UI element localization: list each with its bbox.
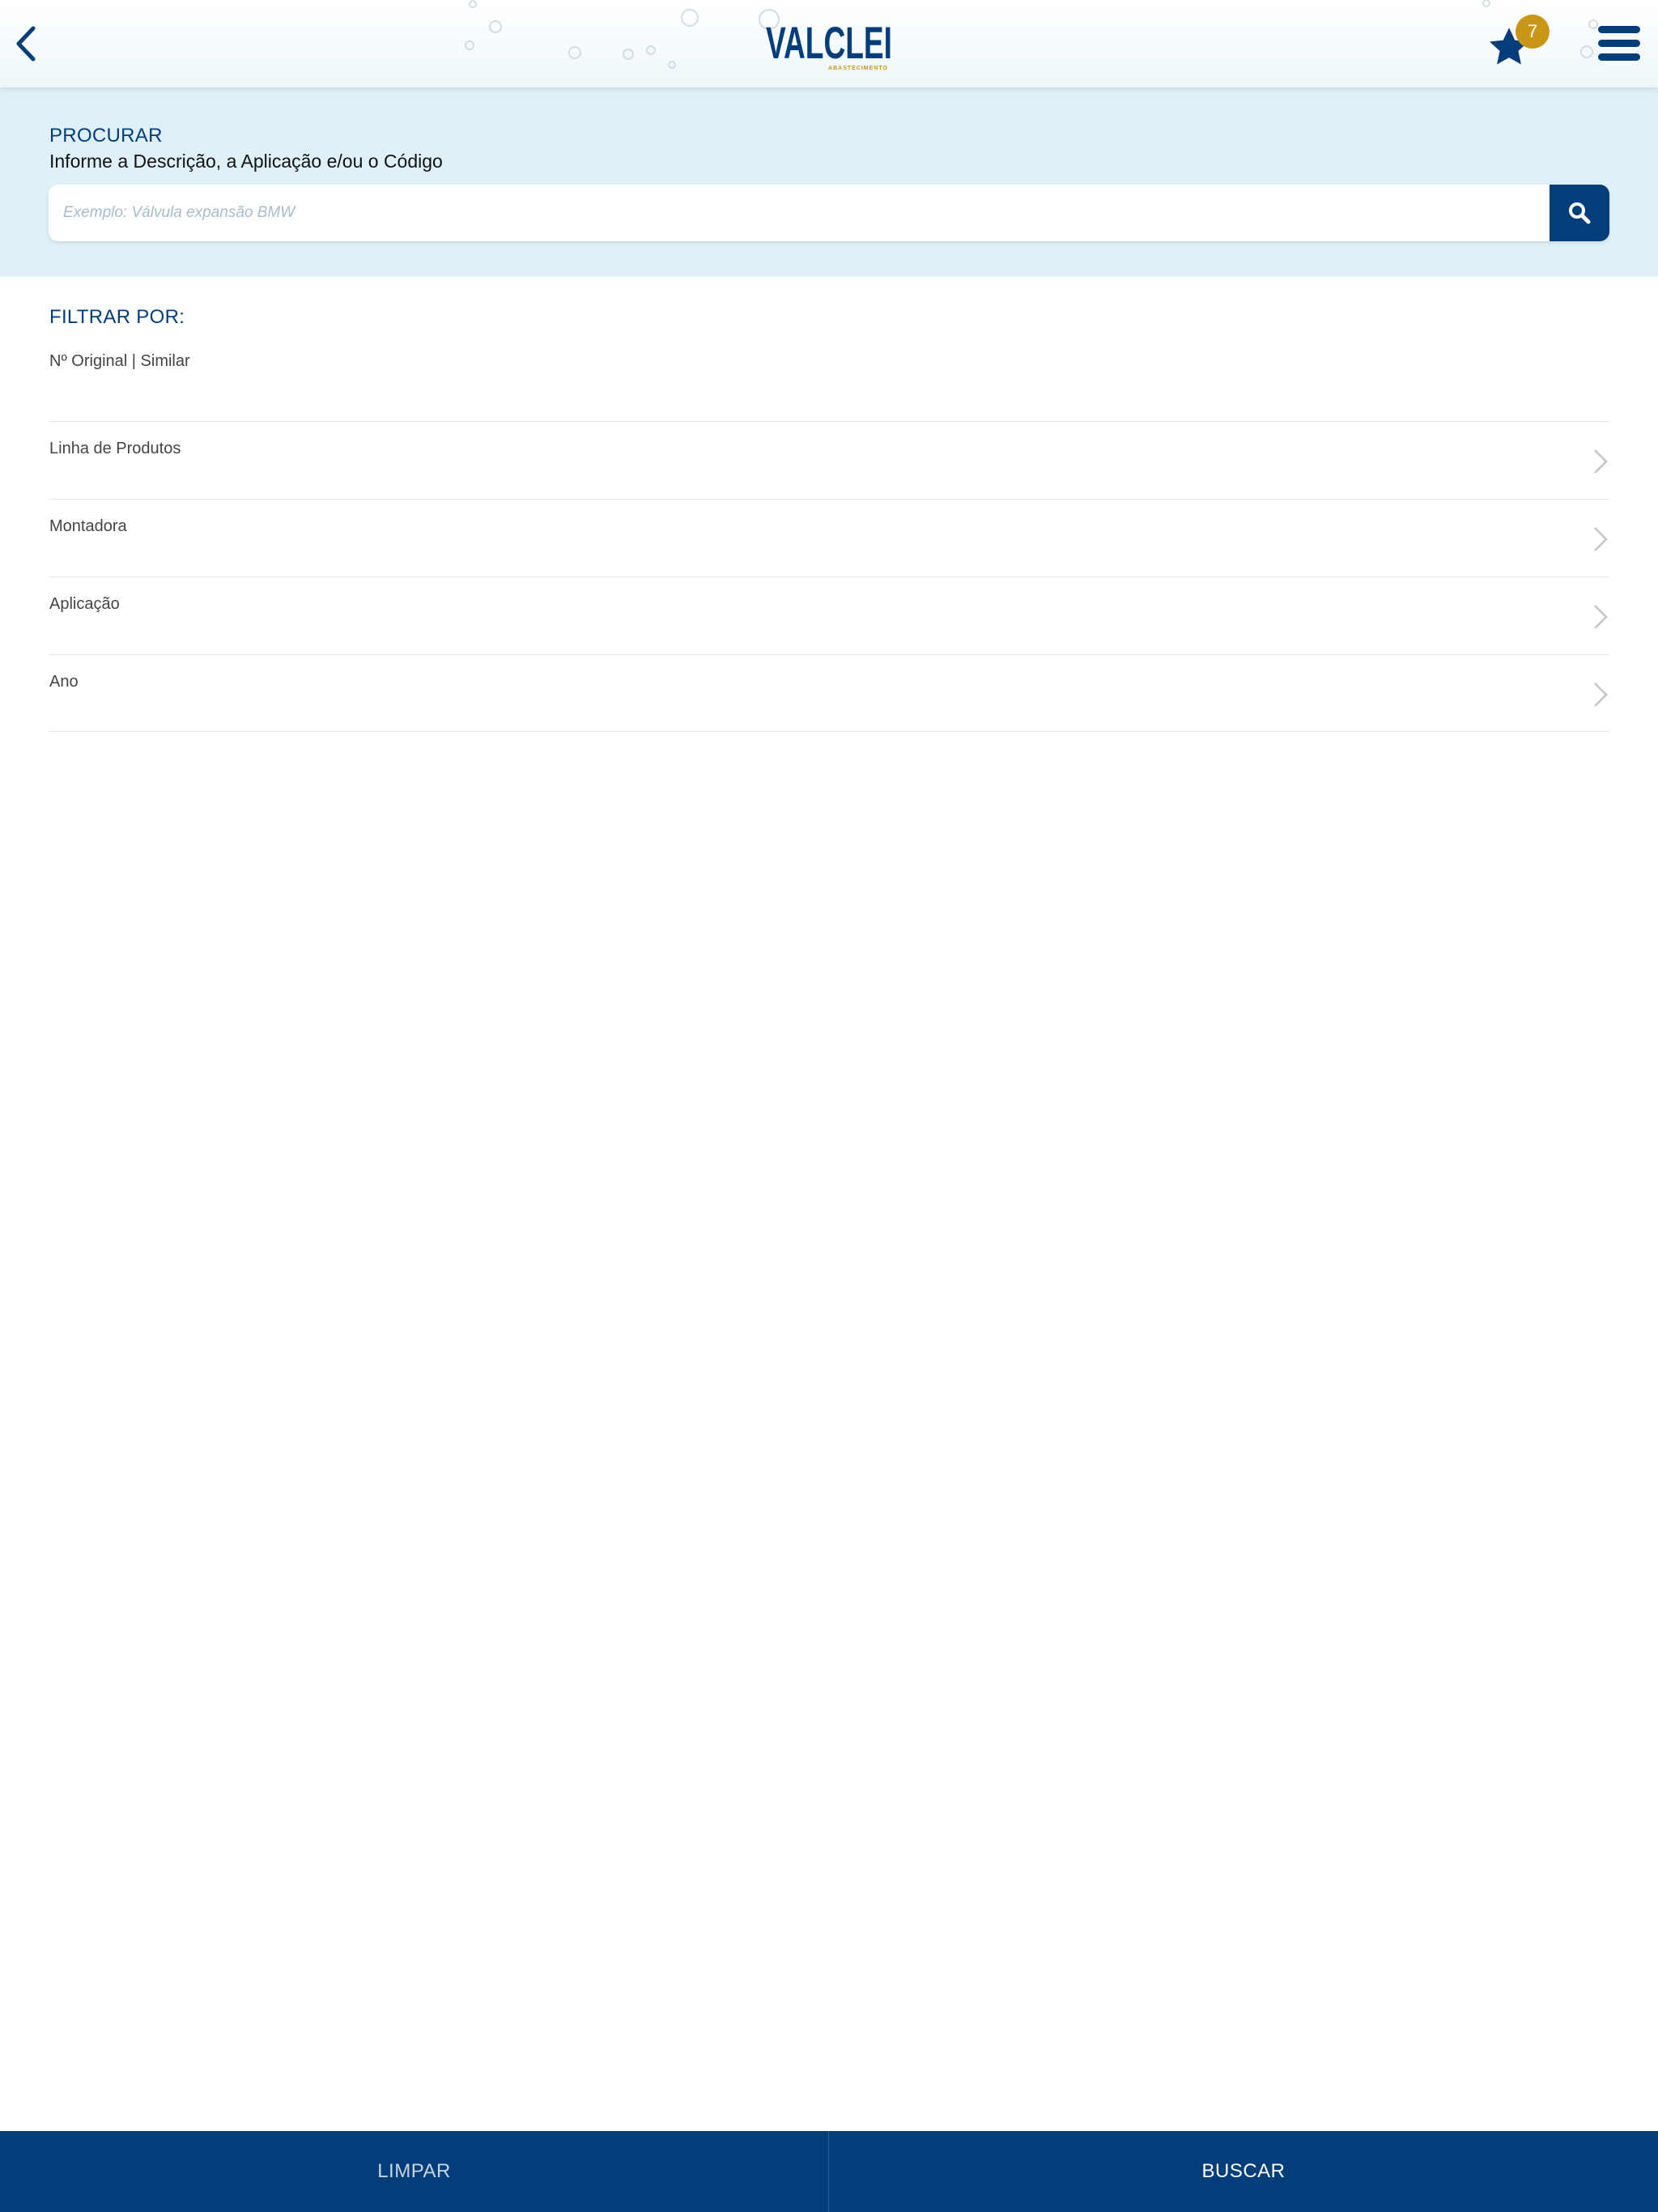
search-filter-screen: VALCLEI ABASTECIMENTO 7 PROCURAR Informe…	[0, 0, 1658, 2212]
bottom-action-bar: LIMPAR BUSCAR	[0, 2131, 1658, 2212]
search-button[interactable]	[1550, 185, 1609, 241]
filter-list: Linha de Produtos Montadora Aplicação An…	[49, 421, 1609, 732]
menu-button[interactable]	[1596, 23, 1642, 65]
search-subtitle: Informe a Descrição, a Aplicação e/ou o …	[49, 151, 443, 172]
search-title: PROCURAR	[49, 125, 163, 147]
svg-text:ABASTECIMENTO: ABASTECIMENTO	[828, 66, 888, 71]
filter-item-montadora[interactable]: Montadora	[49, 499, 1609, 576]
clear-button[interactable]: LIMPAR	[0, 2131, 829, 2212]
favorites-count-badge: 7	[1516, 15, 1550, 49]
search-section: PROCURAR Informe a Descrição, a Aplicaçã…	[0, 87, 1658, 277]
chevron-right-icon	[1594, 683, 1608, 707]
search-input[interactable]	[49, 185, 1550, 241]
valclei-logo: VALCLEI ABASTECIMENTO	[766, 17, 892, 71]
filter-item-linha-de-produtos[interactable]: Linha de Produtos	[49, 421, 1609, 499]
back-button[interactable]	[5, 19, 45, 68]
filter-item-label: Aplicação	[49, 595, 120, 613]
filter-item-aplicacao[interactable]: Aplicação	[49, 576, 1609, 654]
filter-original-similar[interactable]: Nº Original | Similar	[49, 352, 190, 371]
filter-item-label: Ano	[49, 673, 79, 691]
app-header: VALCLEI ABASTECIMENTO 7	[0, 0, 1658, 87]
hamburger-menu-icon	[1598, 26, 1640, 61]
filter-title: FILTRAR POR:	[49, 306, 185, 328]
svg-text:VALCLEI: VALCLEI	[766, 17, 892, 68]
search-bar	[49, 185, 1609, 241]
filter-item-label: Linha de Produtos	[49, 440, 181, 457]
filter-item-label: Montadora	[49, 517, 127, 535]
favorites-button[interactable]: 7	[1486, 15, 1551, 71]
search-icon	[1569, 202, 1591, 224]
chevron-right-icon	[1594, 605, 1608, 629]
chevron-right-icon	[1594, 527, 1608, 551]
submit-search-button[interactable]: BUSCAR	[829, 2131, 1658, 2212]
back-chevron-icon	[16, 26, 36, 62]
chevron-right-icon	[1594, 449, 1608, 474]
filter-item-ano[interactable]: Ano	[49, 654, 1609, 732]
